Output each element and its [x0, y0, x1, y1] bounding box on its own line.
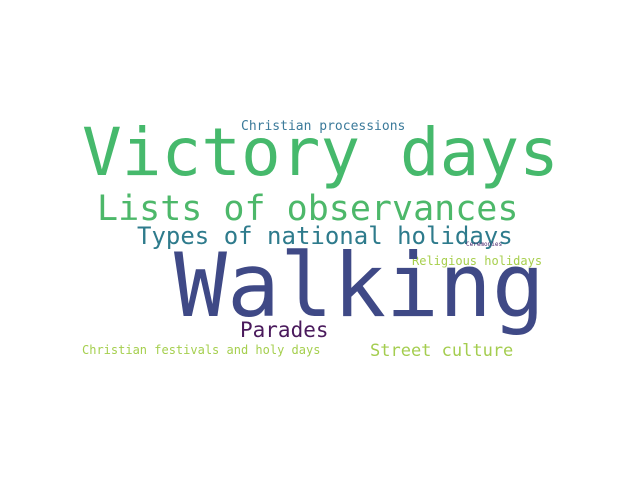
word-walking: Walking	[174, 234, 545, 337]
word-christian-festivals-and-holy-days: Christian festivals and holy days	[82, 343, 321, 357]
word-street-culture: Street culture	[370, 341, 514, 361]
word-cloud: Christian processions Victory days Lists…	[0, 0, 640, 480]
word-victory-days: Victory days	[82, 114, 559, 191]
word-parades: Parades	[240, 318, 329, 342]
